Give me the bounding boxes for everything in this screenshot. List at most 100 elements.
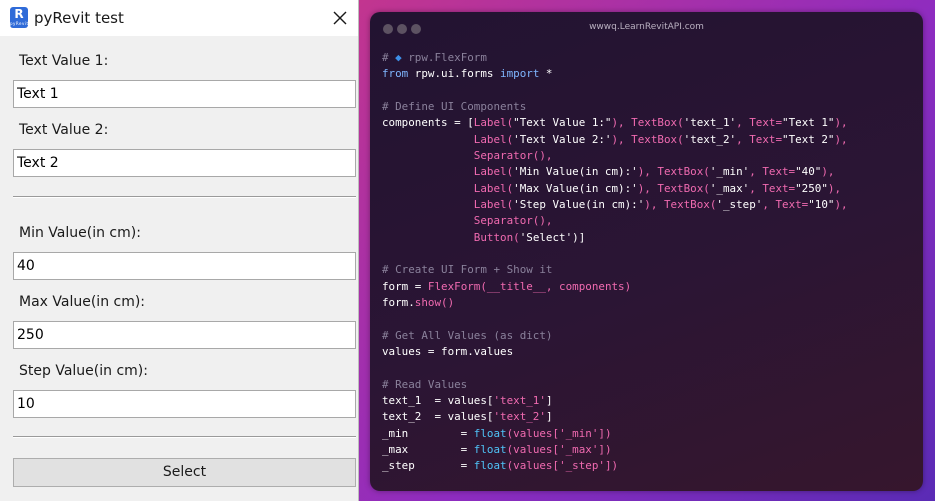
code-token: ), [644, 197, 664, 211]
label-step-value: Step Value(in cm): [19, 363, 148, 379]
code-token: Text= [762, 181, 796, 195]
code-token: float [473, 426, 507, 440]
code-token: # Get All Values (as dict) [382, 328, 553, 342]
code-token: rpw.FlexForm [401, 51, 487, 64]
code-token: "Text 1" [782, 116, 835, 130]
code-token: '_min' [709, 165, 750, 179]
code-token: _step = [382, 459, 474, 473]
dialog-title: pyRevit test [34, 9, 124, 27]
code-token: ), [611, 132, 632, 146]
step-value-input[interactable] [13, 390, 356, 418]
label-min-value: Min Value(in cm): [19, 225, 141, 241]
code-token: 'Step Value(in cm):' [513, 197, 645, 211]
code-token: components = [ [382, 116, 474, 130]
code-token: form. [382, 295, 415, 309]
code-token: 'text_1' [683, 116, 737, 130]
code-line: Separator(), [382, 148, 848, 164]
code-token: ]) [598, 426, 612, 440]
code-token: _min = [382, 426, 474, 440]
label-max-value: Max Value(in cm): [19, 294, 146, 310]
code-token: ), [637, 181, 658, 195]
title-bar[interactable]: R pyRevit pyRevit test [0, 0, 358, 36]
code-token: )] [572, 230, 586, 244]
code-token: # Read Values [382, 377, 468, 391]
code-token: Label( [473, 132, 514, 146]
code-token: _max = [382, 442, 474, 456]
close-button[interactable] [322, 0, 358, 36]
code-token: ), [611, 116, 632, 130]
code-line: text_1 = values['text_1'] [382, 393, 848, 409]
code-token: (values[ [506, 459, 560, 473]
code-token: Text= [775, 197, 809, 211]
code-line: values = form.values [382, 344, 848, 360]
code-line: Label('Max Value(in cm):'), TextBox('_ma… [382, 181, 848, 197]
code-line: # Get All Values (as dict) [382, 328, 848, 344]
code-token: Separator(), [473, 214, 553, 228]
code-token: from [382, 67, 409, 81]
code-token: ), [637, 165, 658, 179]
code-token: "Text 2" [782, 132, 835, 146]
code-token: , [749, 181, 763, 195]
min-value-input[interactable] [13, 252, 356, 280]
code-token: Separator(), [473, 148, 553, 162]
code-token: "250" [795, 181, 828, 195]
code-token: '_step' [716, 197, 763, 211]
code-token: "Text Value 1:" [513, 116, 612, 130]
code-token: float [473, 442, 507, 456]
code-token: 'Min Value(in cm):' [513, 165, 638, 179]
code-token: FlexForm(__title__, components) [427, 279, 632, 293]
code-line: text_2 = values['text_2'] [382, 409, 848, 425]
text-value-1-input[interactable] [13, 80, 356, 108]
code-line: # Read Values [382, 377, 848, 393]
code-token: rpw.ui.forms [408, 67, 501, 81]
code-line: Label('Text Value 2:'), TextBox('text_2'… [382, 132, 848, 148]
code-line: from rpw.ui.forms import * [382, 66, 848, 82]
text-value-2-input[interactable] [13, 149, 356, 177]
code-line: # Create UI Form + Show it [382, 262, 848, 278]
label-text-value-2: Text Value 2: [19, 122, 109, 138]
code-token: , [736, 132, 750, 146]
code-token: (values[ [506, 442, 560, 456]
pyrevit-dialog: R pyRevit pyRevit test Text Value 1: Tex… [0, 0, 359, 501]
code-token: ] [545, 393, 553, 407]
code-line: components = [Label("Text Value 1:"), Te… [382, 115, 848, 131]
code-token: form = [382, 279, 428, 293]
code-token: ), [827, 181, 842, 195]
select-button[interactable]: Select [13, 458, 356, 487]
code-token: float [473, 459, 507, 473]
max-value-input[interactable] [13, 321, 356, 349]
code-line: Separator(), [382, 213, 848, 229]
code-window-url: wwwq.LearnRevitAPI.com [589, 22, 704, 32]
code-token: , [749, 165, 763, 179]
code-token: 'text_1' [493, 393, 546, 407]
code-token: Text= [749, 116, 783, 130]
code-token: '_max' [709, 181, 750, 195]
code-token: * [539, 67, 553, 81]
code-token: ), [834, 197, 848, 211]
close-icon [333, 11, 347, 25]
code-token: '_min' [559, 426, 599, 440]
code-token: # Create UI Form + Show it [382, 263, 553, 277]
separator [13, 196, 356, 198]
code-token: "10" [808, 197, 835, 211]
code-token: show() [414, 295, 455, 309]
code-line: Label('Min Value(in cm):'), TextBox('_mi… [382, 164, 848, 180]
code-token: text_2 = values[ [382, 410, 494, 424]
code-token: TextBox( [631, 116, 684, 130]
app-icon-letter: R [14, 7, 24, 21]
code-line: _step = float(values['_step']) [382, 458, 848, 474]
code-token: TextBox( [631, 132, 684, 146]
code-window: wwwq.LearnRevitAPI.com # ◆ rpw.FlexForm f… [370, 12, 923, 491]
separator [13, 436, 356, 438]
code-line: Button('Select')] [382, 230, 848, 246]
code-line: Label('Step Value(in cm):'), TextBox('_s… [382, 197, 848, 213]
code-token: 'text_2' [683, 132, 737, 146]
